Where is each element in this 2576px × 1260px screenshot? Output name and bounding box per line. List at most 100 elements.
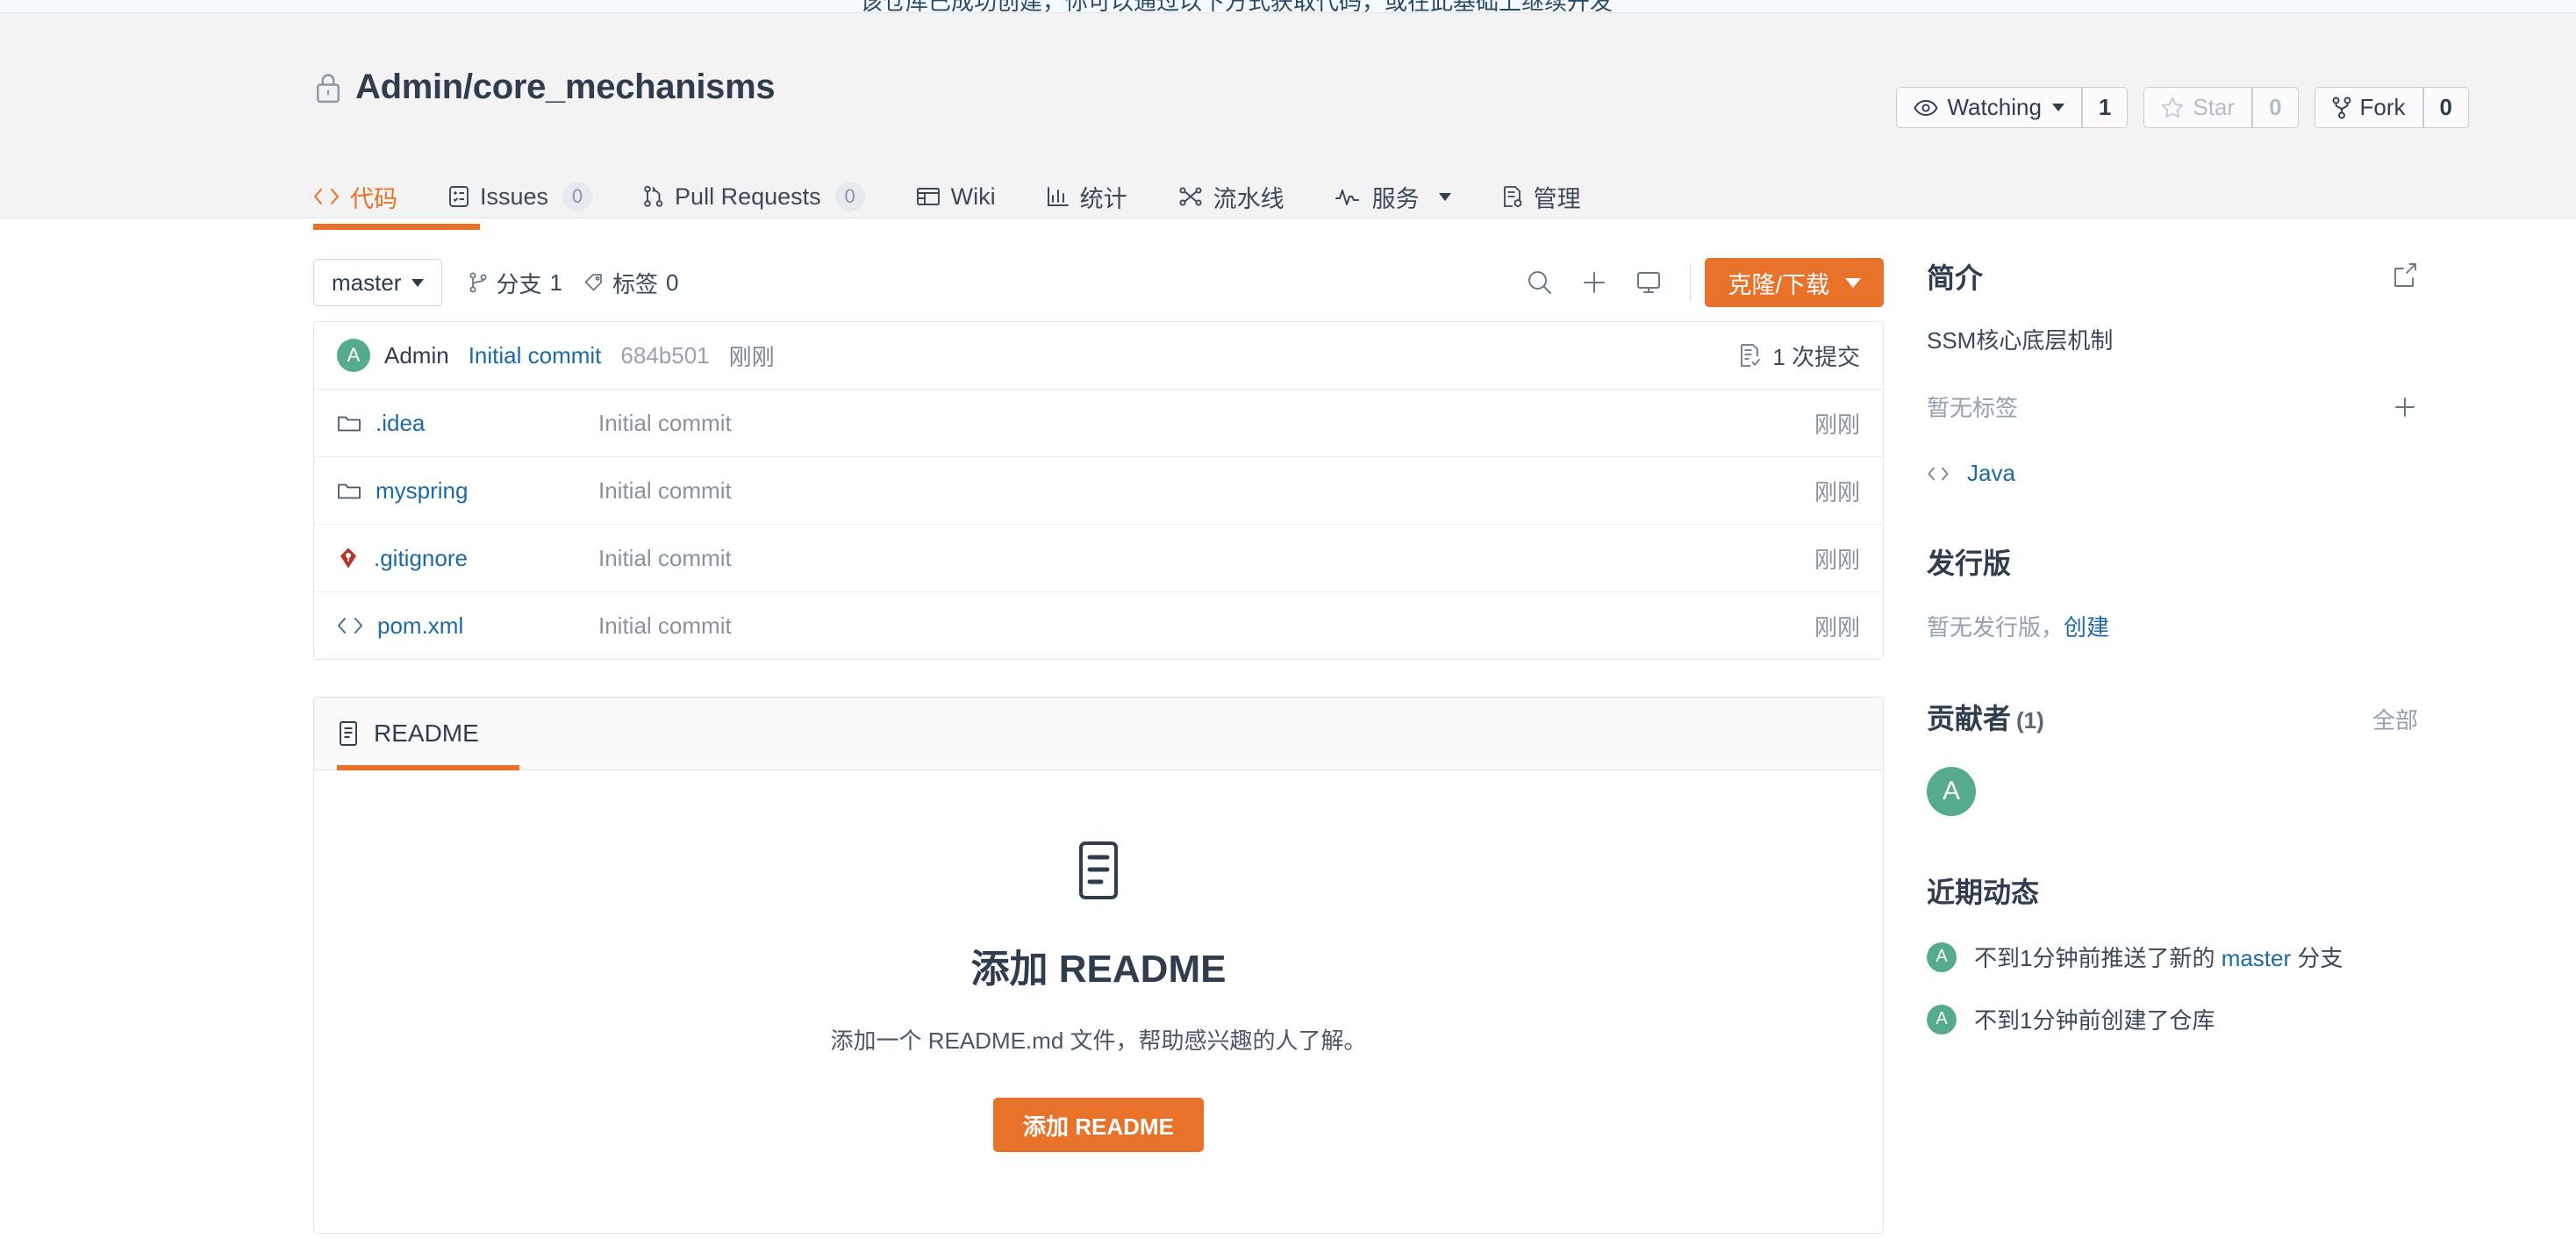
watch-button[interactable]: Watching	[1896, 87, 2082, 128]
releases-empty-row: 暂无发行版，创建	[1927, 610, 2418, 642]
avatar[interactable]: A	[1927, 767, 1976, 816]
pull-request-icon	[643, 185, 664, 208]
watch-count[interactable]: 1	[2081, 87, 2129, 128]
file-time: 刚刚	[1814, 613, 1860, 641]
file-link[interactable]: pom.xml	[337, 612, 635, 640]
readme-icon	[337, 720, 360, 747]
branch-selector[interactable]: master	[313, 259, 443, 306]
fork-count[interactable]: 0	[2422, 87, 2469, 128]
search-icon[interactable]	[1513, 259, 1567, 306]
file-time: 刚刚	[1814, 546, 1860, 573]
issue-icon	[448, 185, 469, 208]
file-commit-message[interactable]: Initial commit	[598, 477, 1814, 505]
chevron-down-icon	[1438, 192, 1451, 201]
readme-empty-description: 添加一个 README.md 文件，帮助感兴趣的人了解。	[830, 1027, 1367, 1054]
file-name-label: .gitignore	[374, 544, 468, 571]
settings-doc-icon	[1502, 185, 1523, 208]
about-title: 简介	[1927, 262, 1984, 294]
file-commit-message[interactable]: Initial commit	[598, 410, 1814, 437]
add-tag-icon[interactable]	[2392, 394, 2418, 420]
table-row[interactable]: .gitignore Initial commit 刚刚	[314, 525, 1883, 592]
star-button-group[interactable]: Star 0	[2143, 87, 2299, 128]
latest-commit-bar: A Admin Initial commit 684b501 刚刚 1 次提交	[314, 322, 1883, 390]
contributors-avatar-list: A	[1927, 767, 2418, 816]
fork-button[interactable]: Fork	[2314, 87, 2423, 128]
branches-count: 1	[549, 268, 562, 296]
avatar[interactable]: A	[1927, 1004, 1957, 1034]
activity-title: 近期动态	[1927, 877, 2040, 908]
tab-wiki[interactable]: Wiki	[916, 169, 996, 224]
fork-label: Fork	[2359, 94, 2406, 120]
readme-tab-underline	[337, 765, 519, 770]
commit-sha[interactable]: 684b501	[620, 342, 709, 369]
chart-icon	[1047, 186, 1070, 207]
about-language-row[interactable]: Java	[1927, 460, 2418, 487]
star-icon	[2161, 97, 2184, 118]
readme-empty-state: 添加 README 添加一个 README.md 文件，帮助感兴趣的人了解。 添…	[314, 770, 1883, 1233]
contributors-all-link[interactable]: 全部	[2372, 703, 2418, 735]
repo-toolbar: master 分支 1 标签 0 克隆/下载	[313, 256, 1884, 309]
about-section-header: 简介	[1927, 256, 2418, 297]
file-commit-message[interactable]: Initial commit	[598, 545, 1814, 572]
tab-pipeline[interactable]: 流水线	[1178, 169, 1284, 224]
tags-count: 0	[665, 268, 679, 296]
repository-page: 该仓库已成功创建，你可以通过以下方式获取代码，或在此基础上继续开发 Admin/…	[0, 0, 2576, 1260]
commit-count-link[interactable]: 1 次提交	[1739, 340, 1860, 372]
star-button[interactable]: Star	[2143, 87, 2253, 128]
create-release-link[interactable]: 创建	[2064, 614, 2109, 641]
commit-message[interactable]: Initial commit	[469, 342, 602, 369]
branch-icon	[469, 271, 488, 294]
table-row[interactable]: myspring Initial commit 刚刚	[314, 457, 1883, 525]
tab-code-label: 代码	[350, 185, 397, 212]
avatar[interactable]: A	[1927, 941, 1957, 972]
tags-link[interactable]: 标签 0	[583, 267, 678, 299]
avatar[interactable]: A	[337, 339, 370, 372]
table-row[interactable]: .idea Initial commit 刚刚	[314, 390, 1883, 457]
tab-manage-label: 管理	[1533, 185, 1581, 212]
chevron-down-icon	[1845, 277, 1861, 288]
no-tags-label: 暂无标签	[1927, 395, 2019, 421]
toolbar-right-actions: 克隆/下载	[1513, 256, 1884, 309]
tab-readme-label: README	[374, 719, 479, 747]
file-commit-message[interactable]: Initial commit	[598, 612, 1814, 640]
about-language-label: Java	[1967, 460, 2015, 486]
readme-panel: README 添加 README 添加一个 README.md 文件，帮助感兴趣…	[313, 697, 1884, 1234]
activity-section: 近期动态 A 不到1分钟前推送了新的 master 分支 A 不到1分钟前创建了…	[1927, 870, 2418, 1035]
file-link[interactable]: .gitignore	[337, 545, 635, 572]
tab-pull-requests[interactable]: Pull Requests 0	[643, 169, 865, 224]
plus-icon[interactable]	[1567, 259, 1621, 306]
repository-sidebar: 简介 SSM核心底层机制 暂无标签 Java 发行版 暂无发行版，创建 贡献者 …	[1927, 256, 2418, 1035]
activity-text: 不到1分钟前推送了新的 master 分支	[1974, 941, 2343, 973]
code-icon	[1927, 466, 1950, 482]
releases-title: 发行版	[1927, 548, 2012, 579]
top-notification-banner: 该仓库已成功创建，你可以通过以下方式获取代码，或在此基础上继续开发	[0, 0, 2576, 13]
contributors-count: (1)	[2016, 707, 2044, 734]
add-readme-button[interactable]: 添加 README	[993, 1098, 1204, 1152]
watch-button-group[interactable]: Watching 1	[1896, 87, 2129, 128]
main-content: master 分支 1 标签 0 克隆/下载 A Admin Initial c…	[313, 256, 1884, 1234]
tab-readme[interactable]: README	[337, 719, 479, 748]
chevron-down-icon	[411, 278, 425, 287]
file-name-label: myspring	[376, 476, 469, 504]
tab-manage[interactable]: 管理	[1502, 169, 1581, 224]
star-count[interactable]: 0	[2252, 87, 2299, 128]
edit-icon[interactable]	[2392, 263, 2418, 290]
activity-text: 不到1分钟前创建了仓库	[1974, 1003, 2215, 1035]
tab-services[interactable]: 服务	[1335, 169, 1451, 224]
file-link[interactable]: myspring	[337, 477, 635, 505]
file-link[interactable]: .idea	[337, 410, 635, 437]
book-icon	[916, 186, 941, 207]
activity-branch-link[interactable]: master	[2222, 945, 2291, 971]
clone-download-button[interactable]: 克隆/下载	[1705, 258, 1884, 307]
table-row[interactable]: pom.xml Initial commit 刚刚	[314, 592, 1883, 659]
fork-button-group[interactable]: Fork 0	[2314, 87, 2469, 128]
tab-issues[interactable]: Issues 0	[448, 169, 593, 224]
tab-statistics[interactable]: 统计	[1047, 169, 1127, 224]
branches-link[interactable]: 分支 1	[469, 267, 562, 299]
commit-author[interactable]: Admin	[384, 342, 449, 369]
monitor-icon[interactable]	[1621, 259, 1676, 306]
eye-icon	[1914, 99, 1939, 117]
tab-code[interactable]: 代码	[313, 169, 397, 224]
activity-text-prefix: 不到1分钟前创建了仓库	[1974, 1007, 2215, 1034]
about-tags-row: 暂无标签	[1927, 390, 2418, 423]
